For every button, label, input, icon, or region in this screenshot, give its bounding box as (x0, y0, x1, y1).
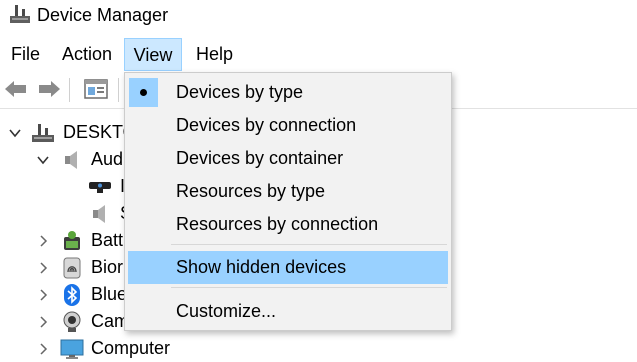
menu-file[interactable]: File (11, 38, 40, 70)
view-menu-dropdown: Devices by type Devices by connection De… (124, 72, 452, 331)
menu-item-customize[interactable]: Customize... (125, 295, 451, 328)
tree-audio-label: Aud (91, 149, 124, 169)
chevron-right-icon[interactable] (37, 343, 49, 355)
forward-arrow-icon[interactable] (36, 76, 62, 102)
battery-icon (64, 231, 80, 250)
menu-item-label: Devices by container (176, 148, 344, 168)
menu-item-devices-by-type[interactable]: Devices by type (125, 76, 451, 109)
speaker-icon (93, 205, 105, 223)
menu-separator (171, 244, 447, 245)
title-bar: Device Manager (0, 0, 637, 32)
menu-item-resources-by-type[interactable]: Resources by type (125, 175, 451, 208)
bluetooth-icon (64, 284, 80, 306)
menu-view[interactable]: View (124, 38, 182, 71)
tree-bluetooth-label: Blue (91, 284, 128, 304)
checked-indicator (129, 78, 158, 107)
chevron-right-icon[interactable] (37, 262, 49, 274)
radio-dot-icon (140, 89, 147, 96)
properties-icon[interactable] (83, 76, 109, 102)
camera-icon (63, 311, 81, 332)
monitor-icon (60, 339, 84, 359)
speaker-icon (65, 151, 77, 169)
back-arrow-icon[interactable] (3, 76, 29, 102)
menu-help[interactable]: Help (196, 38, 233, 70)
tree-biometric-label: Bior (91, 257, 124, 277)
menu-item-label: Devices by connection (176, 115, 357, 135)
menu-item-label: Resources by type (176, 181, 326, 201)
chevron-right-icon[interactable] (37, 289, 49, 301)
menu-bar: File Action View Help (0, 38, 637, 71)
menu-item-devices-by-connection[interactable]: Devices by connection (125, 109, 451, 142)
device-manager-icon (10, 5, 30, 23)
webcam-device-icon (89, 182, 111, 193)
menu-item-label: Customize... (176, 301, 277, 321)
menu-item-show-hidden-devices[interactable]: Show hidden devices (128, 251, 448, 284)
fingerprint-icon (63, 257, 81, 279)
chevron-right-icon[interactable] (37, 235, 49, 247)
tree-computer-label: Computer (91, 338, 171, 358)
tree-battery-label: Batt (91, 230, 124, 250)
toolbar-separator (69, 78, 70, 102)
menu-item-label: Devices by type (176, 82, 304, 102)
chevron-right-icon[interactable] (37, 316, 49, 328)
chevron-down-icon[interactable] (37, 154, 49, 166)
window-title: Device Manager (37, 5, 169, 25)
tree-computer-row[interactable]: Computer (0, 335, 637, 362)
menu-item-label: Resources by connection (176, 214, 379, 234)
menu-item-devices-by-container[interactable]: Devices by container (125, 142, 451, 175)
computer-root-icon (32, 124, 54, 142)
toolbar-separator (118, 78, 119, 102)
menu-item-label: Show hidden devices (176, 257, 347, 277)
menu-separator (171, 287, 447, 288)
menu-action[interactable]: Action (62, 38, 112, 70)
menu-item-resources-by-connection[interactable]: Resources by connection (125, 208, 451, 241)
chevron-down-icon[interactable] (9, 127, 21, 139)
